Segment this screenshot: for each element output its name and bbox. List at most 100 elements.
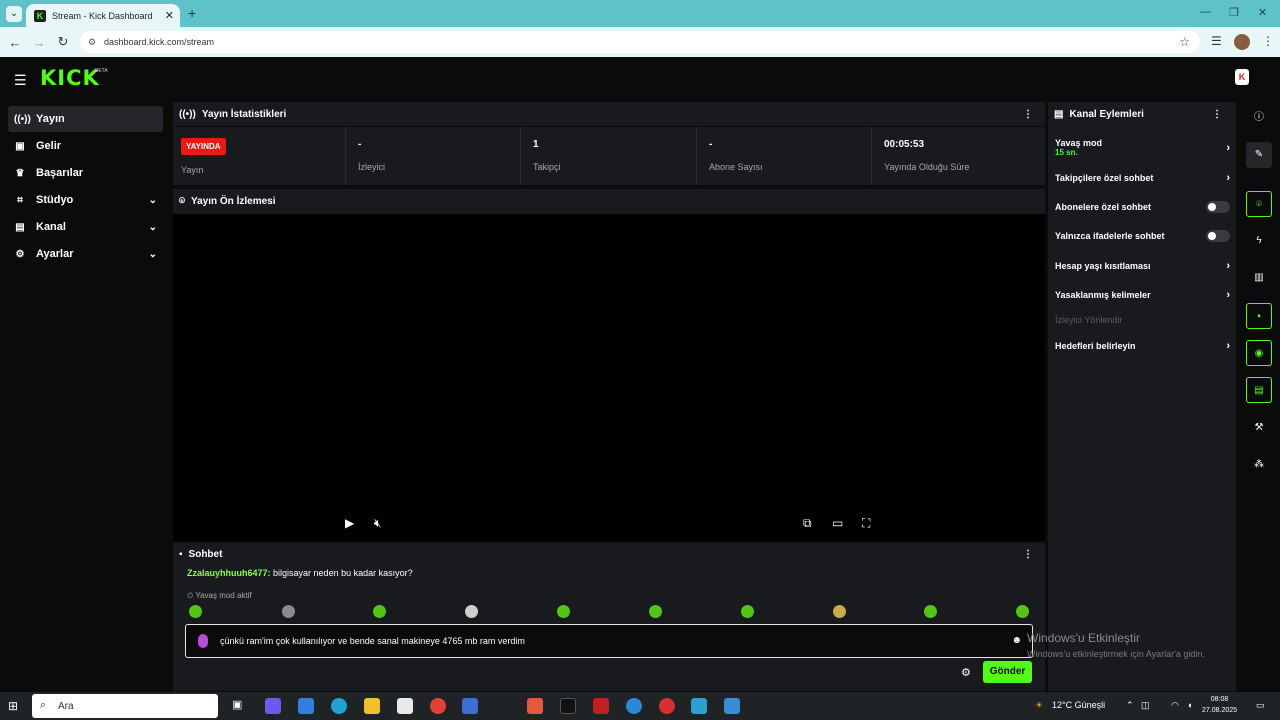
browser-tab[interactable]: K Stream - Kick Dashboard ✕ — [26, 4, 180, 27]
shapes-icon[interactable]: ⁂ — [1246, 452, 1272, 478]
forward-icon[interactable]: → — [27, 35, 51, 50]
kick-header: ☰ KICK BETA — [0, 57, 1280, 99]
edge-icon[interactable] — [331, 698, 347, 714]
app-red-icon[interactable] — [593, 698, 609, 714]
notes-icon[interactable]: ▥ — [1246, 265, 1272, 291]
file-explorer-icon[interactable] — [364, 698, 380, 714]
actions-more-icon[interactable]: ⋮ — [1212, 109, 1222, 120]
emote-icon[interactable] — [373, 605, 386, 618]
tray-chevron-icon[interactable]: ⌃ — [1126, 700, 1134, 711]
emote-icon[interactable] — [189, 605, 202, 618]
picture-in-picture-icon[interactable]: ⧉ — [803, 516, 812, 531]
stat-card-followers: 1 Takipçi — [521, 127, 697, 185]
close-window-icon[interactable]: ✕ — [1258, 6, 1267, 19]
microphone-icon[interactable] — [198, 634, 208, 648]
sidebar-item-yayin[interactable]: ((•)) Yayın — [8, 106, 163, 132]
emote-bar — [188, 605, 1029, 621]
followers-only-row[interactable]: Takipçilere özel sohbet › — [1055, 172, 1230, 184]
emote-icon[interactable] — [557, 605, 570, 618]
chat-settings-icon[interactable]: ⚙ — [961, 666, 971, 679]
subs-only-toggle[interactable] — [1206, 201, 1230, 213]
sidebar-item-studyo[interactable]: ⌗ Stüdyo ⌄ — [8, 187, 163, 213]
emote-icon[interactable] — [465, 605, 478, 618]
obs-icon[interactable] — [659, 698, 675, 714]
mail-icon[interactable] — [298, 698, 314, 714]
theater-mode-icon[interactable]: ▭ — [832, 516, 843, 530]
sidebar-item-label: Başarılar — [36, 167, 84, 179]
chat-username[interactable]: Zzalauyhhuuh6477: — [187, 568, 271, 578]
profile-avatar[interactable] — [1234, 34, 1250, 50]
tab-search-icon[interactable]: ⌄ — [6, 6, 22, 22]
network-icon[interactable]: ◫ — [1141, 700, 1150, 711]
edit-icon[interactable]: ✎ — [1246, 142, 1272, 168]
chat-toggle-icon[interactable]: ▪ — [1246, 303, 1272, 329]
tab-search-menu-icon[interactable]: ☰ — [1211, 34, 1222, 48]
wifi-icon[interactable]: ◠ — [1171, 700, 1179, 711]
emote-icon[interactable] — [1016, 605, 1029, 618]
mute-icon[interactable]: 🔇︎ — [374, 516, 382, 531]
taskbar-search[interactable]: ⌕ Ara — [32, 694, 218, 718]
sidebar-item-kanal[interactable]: ▤ Kanal ⌄ — [8, 214, 163, 240]
browser-menu-icon[interactable]: ⋮ — [1262, 34, 1274, 48]
new-tab-icon[interactable]: + — [188, 5, 196, 21]
fullscreen-icon[interactable]: ⛶ — [862, 516, 870, 531]
task-view-icon[interactable]: ▣ — [232, 698, 248, 714]
info-icon[interactable]: ⓘ — [1246, 105, 1272, 131]
emote-only-toggle[interactable] — [1206, 230, 1230, 242]
stat-value: 00:05:53 — [884, 139, 925, 150]
emote-icon[interactable] — [649, 605, 662, 618]
stat-card-uptime: 00:05:53 Yayında Olduğu Süre — [872, 127, 1045, 185]
stream-preview-player[interactable] — [173, 214, 1045, 541]
bookmark-star-icon[interactable]: ☆ — [1179, 35, 1190, 49]
goals-row[interactable]: Hedefleri belirleyin › — [1055, 340, 1230, 352]
age-restriction-row[interactable]: Hesap yaşı kısıtlaması › — [1055, 260, 1230, 272]
address-toolbar: ← → ↻ ⚙ dashboard.kick.com/stream ☆ ☰ ⋮ — [0, 27, 1280, 57]
actions-icon: ▤ — [1054, 108, 1064, 120]
sidebar-item-basarilar[interactable]: ♛ Başarılar — [8, 160, 163, 186]
play-icon[interactable]: ▶ — [345, 516, 354, 530]
tiktok-icon[interactable] — [560, 698, 576, 714]
wrench-icon[interactable]: ⚒ — [1246, 415, 1272, 441]
word-icon[interactable] — [462, 698, 478, 714]
store-icon[interactable] — [397, 698, 413, 714]
send-button[interactable]: Gönder — [983, 661, 1032, 683]
actions-toggle-icon[interactable]: ▤ — [1246, 377, 1272, 403]
clock[interactable]: 08:08 27.08.2025 — [1202, 694, 1237, 716]
maximize-icon[interactable]: ❐ — [1229, 6, 1239, 19]
reload-icon[interactable]: ↻ — [51, 34, 75, 50]
windows-start-icon[interactable]: ⊞ — [8, 699, 22, 713]
slow-mode-row[interactable]: Yavaş mod 15 sn. › — [1055, 138, 1230, 157]
emoji-picker-icon[interactable]: ☻ — [1011, 635, 1022, 646]
emote-icon[interactable] — [924, 605, 937, 618]
vscode-icon[interactable] — [691, 698, 707, 714]
chat-input[interactable]: çünkü ram'im çok kullanılıyor ve bende s… — [185, 624, 1033, 658]
emote-icon[interactable] — [282, 605, 295, 618]
app-window-icon[interactable] — [724, 698, 740, 714]
back-icon[interactable]: ← — [3, 35, 27, 50]
notification-icon[interactable]: ▭ — [1256, 700, 1265, 711]
sidebar-item-ayarlar[interactable]: ⚙ Ayarlar ⌄ — [8, 241, 163, 267]
preview-icon: ⌾ — [179, 196, 185, 207]
lightning-icon[interactable]: ϟ — [1246, 228, 1272, 254]
copilot-icon[interactable] — [265, 698, 281, 714]
minimize-icon[interactable]: — — [1200, 6, 1211, 18]
preview-toggle-icon[interactable]: ⌾ — [1246, 191, 1272, 217]
chrome-icon[interactable] — [430, 698, 446, 714]
user-avatar[interactable]: K — [1235, 69, 1249, 85]
url-field[interactable]: ⚙ dashboard.kick.com/stream ☆ — [80, 31, 1200, 53]
volume-icon[interactable]: ◖ — [1187, 700, 1192, 710]
kick-logo[interactable]: KICK — [40, 66, 100, 90]
sidebar-item-gelir[interactable]: ▣ Gelir — [8, 133, 163, 159]
chat-more-icon[interactable]: ⋮ — [1023, 549, 1033, 560]
app-blue-icon[interactable] — [626, 698, 642, 714]
weather-text[interactable]: 12°C Güneşli — [1052, 700, 1105, 710]
stats-toggle-icon[interactable]: ◉ — [1246, 340, 1272, 366]
stats-more-icon[interactable]: ⋮ — [1023, 109, 1033, 120]
close-tab-icon[interactable]: ✕ — [165, 9, 174, 22]
app-icon[interactable] — [527, 698, 543, 714]
hamburger-menu-icon[interactable]: ☰ — [14, 72, 27, 89]
emote-icon[interactable] — [833, 605, 846, 618]
banned-words-row[interactable]: Yasaklanmış kelimeler › — [1055, 289, 1230, 301]
site-info-icon[interactable]: ⚙ — [88, 37, 96, 48]
emote-icon[interactable] — [741, 605, 754, 618]
